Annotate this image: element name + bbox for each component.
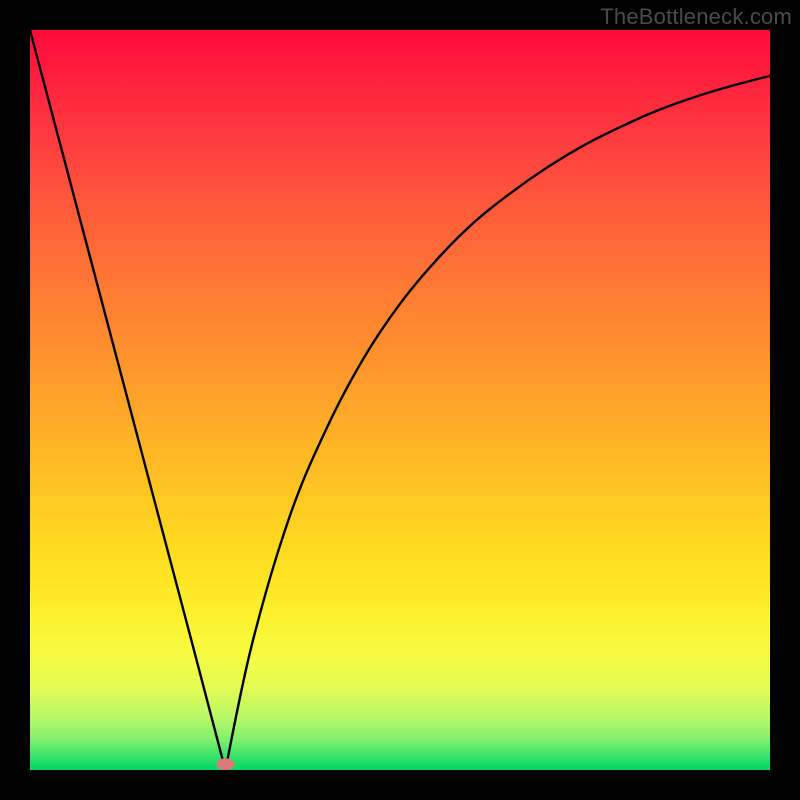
curve-svg <box>30 30 770 770</box>
curve-left-branch <box>30 30 225 770</box>
minimum-marker <box>216 758 234 770</box>
chart-container: TheBottleneck.com <box>0 0 800 800</box>
plot-area <box>30 30 770 770</box>
curve-right-branch <box>225 76 770 770</box>
watermark-text: TheBottleneck.com <box>600 4 792 30</box>
